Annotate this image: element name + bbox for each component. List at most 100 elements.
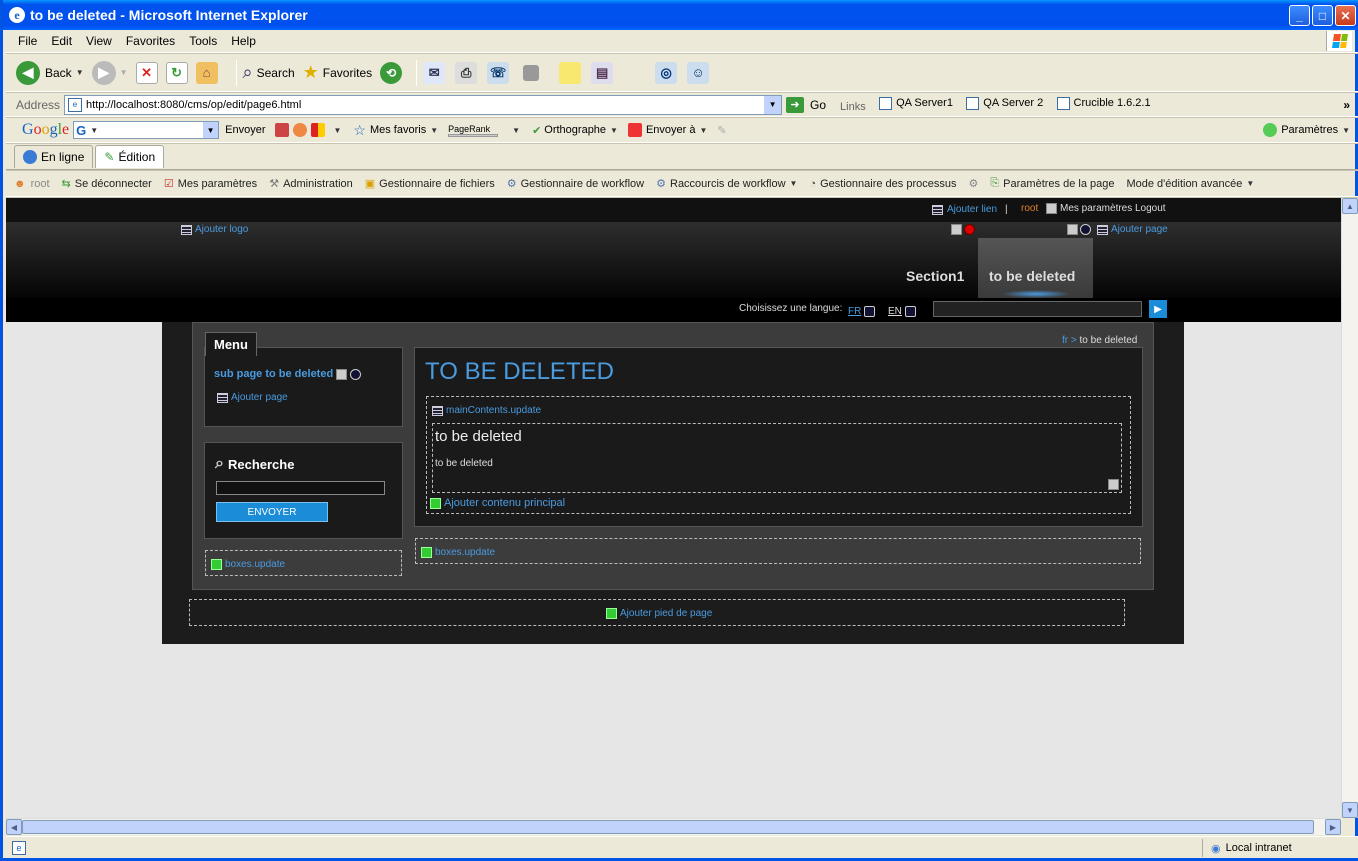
research-icon[interactable]: ▤ — [591, 61, 614, 84]
menu-edit[interactable]: Edit — [51, 34, 72, 48]
link-crucible[interactable]: Crucible 1.6.2.1 — [1056, 96, 1151, 110]
pagerank-indicator: PageRank — [448, 124, 499, 137]
address-input[interactable]: e http://localhost:8080/cms/op/edit/page… — [64, 94, 783, 115]
header-search-button[interactable]: ▶ — [1149, 300, 1167, 318]
lang-en-link[interactable]: EN — [888, 306, 916, 317]
delete-icon[interactable] — [964, 224, 975, 235]
nav-section1[interactable]: Section1 — [906, 268, 964, 284]
user-icon: ☻ — [14, 177, 26, 190]
nav-to-be-deleted[interactable]: to be deleted — [989, 268, 1075, 284]
logout-link[interactable]: ⇆ Se déconnecter — [62, 177, 152, 191]
chevron-right-icon[interactable]: » — [1343, 98, 1350, 112]
menu-help[interactable]: Help — [231, 34, 256, 48]
add-footer-link[interactable]: Ajouter pied de page — [606, 608, 712, 619]
grid-icon — [932, 204, 943, 215]
site-top-strip: Ajouter lien | root Mes paramètres Logou… — [6, 198, 1341, 222]
edit-mode-select[interactable]: Mode d'édition avancée ▼ — [1126, 178, 1254, 190]
news-icon[interactable] — [275, 123, 290, 137]
messenger-icon[interactable]: ☏ — [487, 61, 510, 84]
menu-file[interactable]: File — [18, 34, 37, 48]
edit-page-icon[interactable] — [523, 64, 540, 81]
menu-favorites[interactable]: Favorites — [126, 34, 175, 48]
refresh-icon[interactable]: ↻ — [165, 61, 188, 84]
minimize-button[interactable]: _ — [1289, 5, 1310, 26]
edit-icon[interactable] — [1067, 224, 1078, 235]
spiral-icon[interactable] — [293, 123, 308, 137]
tool-icon[interactable]: ⚙ — [968, 177, 978, 190]
file-manager-link[interactable]: ▣ Gestionnaire de fichiers — [365, 177, 495, 191]
google-search-input[interactable]: G ▼ ▼ — [73, 121, 220, 139]
spellcheck-button[interactable]: ✔ Orthographe ▼ — [532, 124, 618, 137]
menu-tools[interactable]: Tools — [189, 34, 217, 48]
people-icon[interactable]: ☺ — [687, 61, 710, 84]
add-link[interactable]: Ajouter lien — [932, 204, 997, 215]
popup-icon[interactable] — [311, 123, 326, 137]
edit-icon — [336, 368, 348, 380]
sidebar-search-input[interactable] — [216, 481, 385, 495]
go-button[interactable]: ➜ Go — [786, 96, 826, 113]
site-logout-link[interactable]: Logout — [1135, 203, 1166, 214]
scroll-down-icon[interactable]: ▼ — [1342, 802, 1358, 818]
scroll-right-icon[interactable]: ▶ — [1325, 819, 1341, 835]
header-search-input[interactable] — [933, 301, 1142, 317]
menu-add-page-link[interactable]: Ajouter page — [217, 392, 288, 403]
workflow-manager-link[interactable]: ⚙ Gestionnaire de workflow — [507, 177, 644, 191]
window-title: to be deleted - Microsoft Internet Explo… — [30, 7, 308, 23]
pencil-icon[interactable]: ✎ — [717, 124, 726, 137]
horizontal-scrollbar[interactable]: ◀ ▶ — [6, 818, 1341, 835]
horizontal-scroll-thumb[interactable] — [22, 820, 1314, 834]
site-my-params-link[interactable]: Mes paramètres — [1046, 203, 1132, 214]
left-boxes-link[interactable]: boxes.update — [211, 559, 285, 570]
ie-icon: e — [9, 7, 25, 23]
edit-icon[interactable] — [951, 224, 962, 235]
favorites-button[interactable]: ★ Favorites — [303, 62, 373, 83]
note-icon[interactable] — [559, 61, 582, 84]
forward-button[interactable]: ▶ ▼ — [91, 60, 128, 85]
workflow-shortcuts-link[interactable]: ⚙ Raccourcis de workflow ▼ — [656, 177, 797, 191]
google-envoyer-button[interactable]: Envoyer — [225, 124, 265, 136]
stop-icon[interactable]: ✕ — [135, 61, 158, 84]
maximize-button[interactable]: □ — [1312, 5, 1333, 26]
scroll-up-icon[interactable]: ▲ — [1342, 198, 1358, 214]
breadcrumb-home[interactable]: fr — [1062, 335, 1068, 346]
administration-link[interactable]: ⚒ Administration — [269, 177, 353, 191]
mail-icon[interactable]: ✉ — [423, 61, 446, 84]
subpage-item[interactable]: sub page to be deleted — [214, 368, 362, 380]
search-button[interactable]: ⌕ Search — [243, 62, 295, 83]
process-manager-link[interactable]: ◔ Gestionnaire des processus — [809, 178, 956, 190]
lang-fr-link[interactable]: FR — [848, 306, 876, 317]
scroll-left-icon[interactable]: ◀ — [6, 819, 22, 835]
google-toolbar: Google G ▼ ▼ Envoyer ▼ ☆ Mes favoris ▼ PageR… — [6, 118, 1358, 143]
edit-icon[interactable] — [1108, 479, 1119, 490]
left-boxes-zone: boxes.update — [205, 550, 402, 576]
tab-online[interactable]: En ligne — [14, 145, 94, 168]
bookmarks-button[interactable]: ☆ Mes favoris ▼ — [353, 122, 438, 139]
main-contents-link[interactable]: mainContents.update — [432, 405, 541, 416]
right-boxes-link[interactable]: boxes.update — [421, 547, 495, 558]
lock-icon[interactable] — [1080, 224, 1091, 235]
grid-icon — [432, 405, 443, 416]
back-button[interactable]: ◀ Back ▼ — [16, 60, 84, 85]
header-add-page-link[interactable]: Ajouter page — [1097, 224, 1168, 235]
my-settings-link[interactable]: ☑ Mes paramètres — [164, 177, 257, 191]
intranet-icon: ◉ — [1211, 842, 1221, 855]
add-main-content-link[interactable]: Ajouter contenu principal — [430, 497, 565, 509]
print-icon[interactable]: ⎙ — [455, 61, 478, 84]
tab-edit[interactable]: ✎ Édition — [95, 145, 165, 168]
address-dropdown-icon[interactable]: ▼ — [764, 95, 782, 114]
link-qa-server1[interactable]: QA Server1 — [879, 96, 953, 110]
google-settings-button[interactable]: Paramètres ▼ — [1263, 123, 1350, 137]
history-icon[interactable]: ⟲ — [380, 61, 403, 84]
link-qa-server2[interactable]: QA Server 2 — [966, 96, 1043, 110]
add-logo-link[interactable]: Ajouter logo — [181, 224, 248, 235]
network-icon[interactable]: ◎ — [655, 61, 678, 84]
page-settings-link[interactable]: ⎘ Paramètres de la page — [990, 177, 1114, 190]
send-to-button[interactable]: Envoyer à ▼ — [627, 123, 707, 137]
vertical-scrollbar[interactable]: ▲ ▼ — [1341, 198, 1358, 818]
menu-view[interactable]: View — [86, 34, 112, 48]
address-url: http://localhost:8080/cms/op/edit/page6.… — [86, 98, 302, 111]
home-icon[interactable]: ⌂ — [195, 61, 218, 84]
search-submit-button[interactable]: ENVOYER — [216, 502, 328, 522]
close-button[interactable]: ✕ — [1335, 5, 1356, 26]
grid-icon — [217, 392, 228, 403]
